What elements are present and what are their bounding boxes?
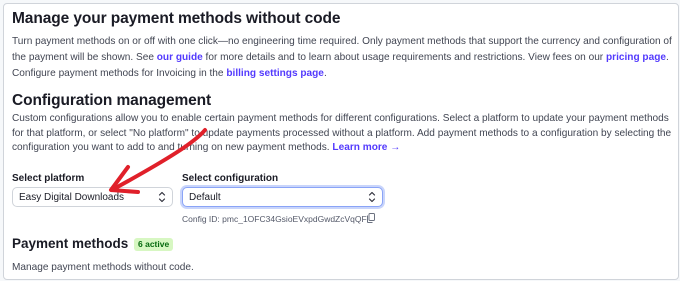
active-count-badge: 6 active — [134, 238, 174, 251]
chevron-updown-icon — [368, 191, 376, 203]
intro-text-3: . — [666, 51, 669, 63]
section-title-payment-methods: Payment methods — [12, 236, 129, 251]
learn-more-link[interactable]: Learn more → — [332, 142, 400, 153]
config-id-text: Config ID: pmc_1OFC34GsioEVxpdGwdZcVqQF — [182, 214, 367, 224]
platform-select-value: Easy Digital Downloads — [19, 192, 125, 203]
select-platform-label: Select platform — [12, 173, 85, 184]
intro-text-2: for more details and to learn about usag… — [202, 51, 606, 63]
section-title-configuration: Configuration management — [12, 92, 212, 109]
platform-select[interactable]: Easy Digital Downloads — [12, 187, 173, 207]
invoicing-paragraph: Configure payment methods for Invoicing … — [12, 68, 327, 79]
configuration-description: Custom configurations allow you to enabl… — [12, 112, 674, 156]
pricing-page-link[interactable]: pricing page — [606, 52, 666, 63]
page-title: Manage your payment methods without code — [12, 10, 341, 27]
intro-paragraph: Turn payment methods on or off with one … — [12, 34, 672, 65]
invoicing-text: Configure payment methods for Invoicing … — [12, 68, 227, 79]
configuration-select-value: Default — [189, 192, 221, 203]
select-configuration-label: Select configuration — [182, 173, 279, 184]
configuration-select[interactable]: Default — [182, 187, 383, 207]
payment-methods-description: Manage payment methods without code. — [12, 262, 194, 273]
copy-icon[interactable] — [367, 213, 375, 223]
billing-settings-link[interactable]: billing settings page — [226, 68, 324, 79]
invoicing-end: . — [323, 68, 327, 79]
our-guide-link[interactable]: our guide — [157, 52, 203, 63]
chevron-updown-icon — [158, 191, 166, 203]
settings-panel: Manage your payment methods without code… — [3, 3, 679, 280]
